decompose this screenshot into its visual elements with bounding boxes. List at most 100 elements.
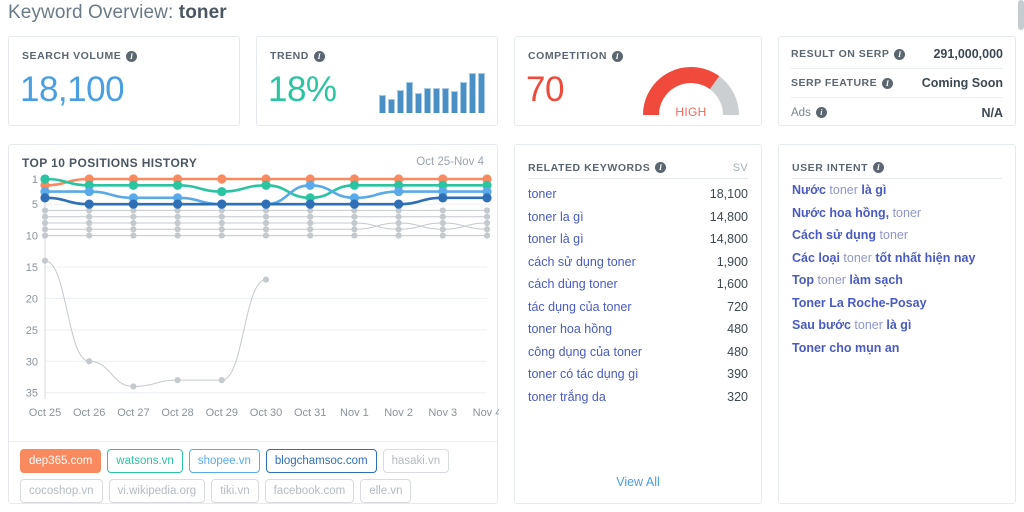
user-intent-emphasis: Nước hoa hồng, [792,206,893,220]
serp-row-key-text: SERP FEATURE [791,77,877,89]
series-point [263,276,269,282]
related-keyword-label[interactable]: toner [528,187,557,201]
series-point [86,214,92,220]
domain-chip-6[interactable]: vi.wikipedia.org [109,479,206,503]
related-keyword-row[interactable]: toner trắng da 320 [528,386,748,409]
series-point [219,220,225,226]
related-keyword-label[interactable]: toner hoa hồng [528,322,612,336]
series-point [42,214,48,220]
related-keyword-row[interactable]: cách sử dụng toner 1,900 [528,251,748,274]
x-axis-tick: Oct 25 [29,407,61,419]
related-keyword-row[interactable]: công dụng của toner480 [528,341,748,364]
user-intent-row[interactable]: Toner cho mụn an [792,341,1002,364]
user-intent-row[interactable]: Top toner làm sạch [792,273,1002,296]
series-point [86,226,92,232]
domain-chip-8[interactable]: facebook.com [265,479,355,503]
related-keyword-row[interactable]: toner hoa hồng480 [528,318,748,341]
domain-chip-1[interactable]: watsons.vn [107,449,183,473]
domain-chip-0[interactable]: dep365.com [20,449,101,473]
related-keyword-row[interactable]: toner18,100 [528,183,748,206]
user-intent-header: USER INTENT i [792,157,1002,179]
user-intent-emphasis: là gì [861,183,886,197]
trend-bar-5 [424,88,431,113]
series-point [86,232,92,238]
info-icon[interactable]: i [314,51,325,62]
series-point [307,214,313,220]
info-icon[interactable]: i [126,51,137,62]
user-intent-emphasis: Toner cho mụn an [792,341,899,355]
series-point [217,174,226,183]
related-keyword-label[interactable]: công dụng của toner [528,345,642,359]
info-icon[interactable]: i [816,107,827,118]
series-point [129,181,138,190]
related-keyword-sv: 1,900 [717,255,748,269]
related-keyword-label[interactable]: toner trắng da [528,390,606,404]
serp-row: SERP FEATURE i Coming Soon [791,69,1003,98]
page-scrollbar[interactable] [1018,0,1024,30]
user-intent-card: USER INTENT i Nước toner là gìNước hoa h… [778,144,1016,504]
user-intent-row[interactable]: Sau bước toner là gì [792,318,1002,341]
series-point [42,207,48,213]
domain-chip-2[interactable]: shopee.vn [189,449,260,473]
series-point [130,220,136,226]
info-icon[interactable]: i [612,51,623,62]
related-keyword-sv: 14,800 [710,210,748,224]
series-point [175,377,181,383]
related-keyword-label[interactable]: toner là gì [528,232,584,246]
related-keyword-sv: 320 [727,390,748,404]
related-keyword-label[interactable]: tác dụng của toner [528,300,632,314]
domain-chip-9[interactable]: elle.vn [360,479,411,503]
trend-bar-2 [397,90,404,113]
related-keyword-row[interactable]: cách dùng toner1,600 [528,273,748,296]
user-intent-row[interactable]: Cách sử dụng toner [792,228,1002,251]
competition-label-text: COMPETITION [528,50,607,62]
user-intent-row[interactable]: Nước hoa hồng, toner [792,206,1002,229]
trend-bar-6 [433,88,440,113]
related-keyword-label[interactable]: cách sử dụng toner [528,255,636,269]
info-icon[interactable]: i [882,78,893,89]
x-axis-tick: Oct 30 [250,407,282,419]
series-point [307,220,313,226]
series-point [396,214,402,220]
related-keyword-label[interactable]: toner la gì [528,210,584,224]
domain-chip-7[interactable]: tiki.vn [211,479,258,503]
related-keyword-label[interactable]: toner có tác dụng gì [528,367,639,381]
info-icon[interactable]: i [873,162,884,173]
page-title-prefix: Keyword Overview: [8,2,173,23]
domain-chip-3[interactable]: blogchamsoc.com [266,449,377,473]
series-point [438,193,447,202]
user-intent-emphasis: Top [792,273,817,287]
user-intent-keyword: toner [817,273,849,287]
user-intent-row[interactable]: Toner La Roche-Posay [792,296,1002,319]
related-keyword-row[interactable]: toner có tác dụng gì390 [528,363,748,386]
series-point [306,200,315,209]
user-intent-keyword: toner [829,183,861,197]
user-intent-row[interactable]: Các loại toner tốt nhất hiện nay [792,251,1002,274]
related-keyword-label[interactable]: cách dùng toner [528,277,618,291]
series-point [484,232,490,238]
series-point [396,220,402,226]
domain-chip-5[interactable]: cocoshop.vn [20,479,103,503]
user-intent-keyword: toner [854,318,886,332]
series-point [175,214,181,220]
info-icon[interactable]: i [655,162,666,173]
trend-bar-4 [415,93,422,113]
related-keyword-row[interactable]: tác dụng của toner720 [528,296,748,319]
series-point [263,226,269,232]
view-all-link[interactable]: View All [515,475,761,489]
y-axis-tick: 35 [26,388,38,400]
series-point [85,187,94,196]
related-keyword-row[interactable]: toner la gì 14,800 [528,206,748,229]
series-point [307,232,313,238]
domain-chip-4[interactable]: hasaki.vn [383,449,450,473]
serp-row: RESULT ON SERP i 291,000,000 [791,40,1003,69]
x-axis-tick: Oct 29 [206,407,238,419]
info-icon[interactable]: i [894,49,905,60]
series-point [130,226,136,232]
series-point [440,232,446,238]
series-point [484,226,490,232]
series-point [219,232,225,238]
user-intent-emphasis: Nước [792,183,829,197]
user-intent-row[interactable]: Nước toner là gì [792,183,1002,206]
related-keyword-row[interactable]: toner là gì14,800 [528,228,748,251]
